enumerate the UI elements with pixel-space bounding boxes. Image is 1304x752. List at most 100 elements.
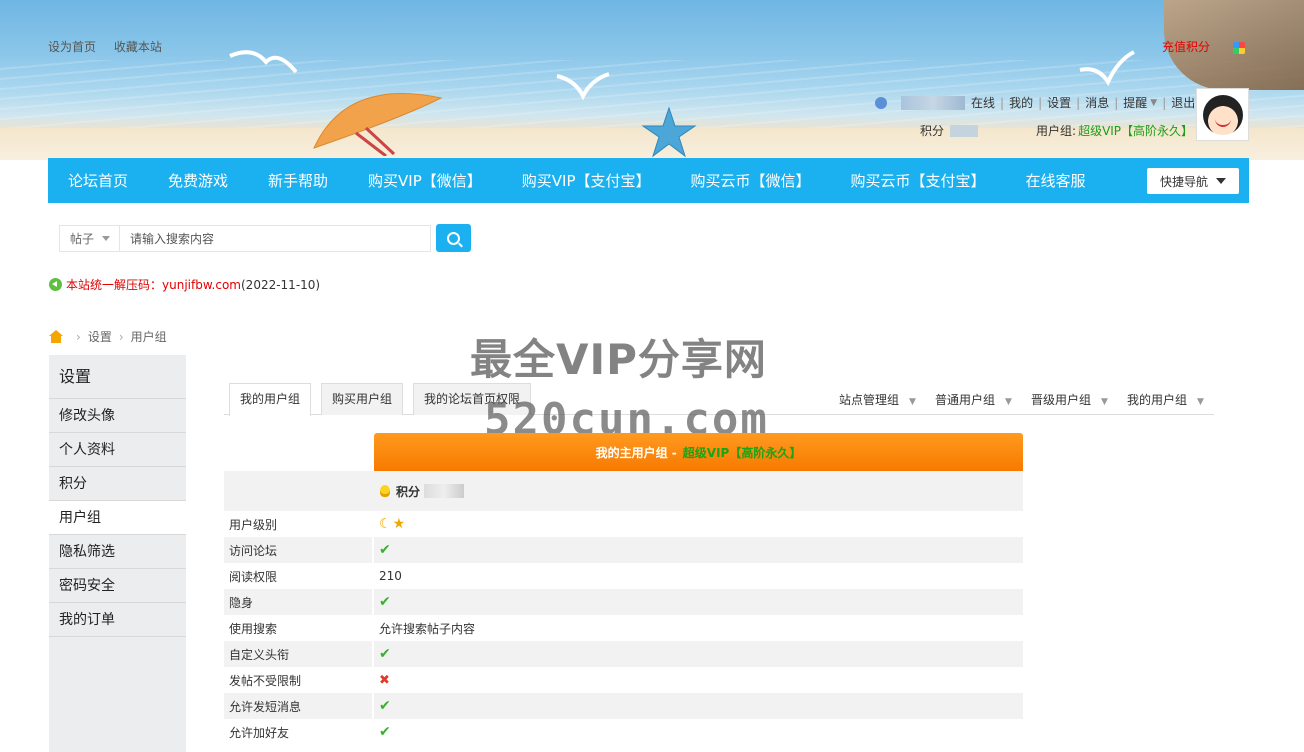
notice-code[interactable]: yunjifbw.com — [162, 278, 241, 292]
nav-item-vip-wechat[interactable]: 购买VIP【微信】 — [348, 170, 502, 191]
header-banner: 设为首页 收藏本站 充值积分 在线 | 我的 | 设置 | 消息 | 提醒 ▼ … — [0, 0, 1304, 160]
sidebar-item-credits[interactable]: 积分 — [49, 467, 186, 501]
search-type-select[interactable]: 帖子 — [60, 226, 120, 251]
set-homepage-link[interactable]: 设为首页 — [48, 40, 96, 54]
nav-item-coin-alipay[interactable]: 购买云币【支付宝】 — [831, 170, 1006, 191]
check-icon: ✔ — [379, 594, 391, 610]
breadcrumb-settings[interactable]: 设置 — [88, 328, 112, 345]
home-icon[interactable] — [49, 330, 63, 343]
check-icon: ✔ — [379, 724, 391, 740]
star-icon: ★ — [392, 516, 406, 532]
tab-buy-group[interactable]: 购买用户组 — [321, 383, 404, 415]
username-blurred[interactable] — [901, 95, 965, 110]
score-label[interactable]: 积分 — [920, 122, 944, 139]
row-label: 自定义头衔 — [229, 647, 290, 662]
row-label: 阅读权限 — [229, 569, 278, 584]
nav-item-support[interactable]: 在线客服 — [1006, 170, 1106, 191]
row-value: ✔ — [374, 594, 391, 610]
my-link[interactable]: 我的 — [1009, 94, 1033, 111]
reminders-link[interactable]: 提醒 — [1123, 94, 1147, 111]
chevron-down-icon: ▼ — [909, 397, 916, 407]
row-value: ✔ — [374, 542, 391, 558]
nav-item-home[interactable]: 论坛首页 — [48, 170, 148, 191]
table-row: 允许发短消息 ✔ — [224, 693, 1023, 719]
search-button[interactable] — [436, 224, 471, 252]
row-value: ✔ — [374, 646, 391, 662]
sidebar-title: 设置 — [49, 355, 186, 399]
bookmark-link[interactable]: 收藏本站 — [114, 40, 162, 54]
speaker-icon — [49, 278, 62, 291]
breadcrumb-usergroup[interactable]: 用户组 — [131, 328, 167, 345]
group-score-label: 积分 — [396, 484, 421, 499]
top-links: 设为首页 收藏本站 — [48, 38, 176, 55]
tab-normal-groups[interactable]: 普通用户组 ▼ — [935, 391, 1012, 408]
quick-nav-label: 快捷导航 — [1159, 174, 1208, 189]
search-icon — [447, 231, 460, 245]
score-bar: 积分 用户组: 超级VIP【高阶永久】 ▼ — [920, 122, 1208, 139]
caret-down-icon — [1216, 178, 1226, 184]
seagull-icon — [1079, 50, 1135, 86]
main-nav: 论坛首页 免费游戏 新手帮助 购买VIP【微信】 购买VIP【支付宝】 购买云币… — [48, 158, 1249, 203]
row-label: 用户级别 — [229, 517, 278, 532]
chevron-down-icon: ▼ — [1101, 397, 1108, 407]
row-label: 允许发短消息 — [229, 699, 302, 714]
table-row: 隐身 ✔ — [224, 589, 1023, 615]
seagull-icon — [556, 72, 610, 100]
tab-upgrade-groups[interactable]: 晋级用户组 ▼ — [1031, 391, 1108, 408]
check-icon: ✔ — [379, 542, 391, 558]
settings-link[interactable]: 设置 — [1047, 94, 1071, 111]
row-value: ✖ — [374, 673, 390, 688]
nav-item-coin-wechat[interactable]: 购买云币【微信】 — [671, 170, 831, 191]
logout-link[interactable]: 退出 — [1171, 94, 1195, 111]
sidebar-item-password[interactable]: 密码安全 — [49, 569, 186, 603]
search-type-label: 帖子 — [70, 232, 95, 246]
usergroup-value[interactable]: 超级VIP【高阶永久】 — [1078, 122, 1193, 139]
search-bar: 帖子 — [59, 225, 431, 252]
chevron-down-icon: ▼ — [1197, 397, 1204, 407]
tab-admin-groups[interactable]: 站点管理组 ▼ — [839, 391, 916, 408]
avatar[interactable] — [1196, 88, 1249, 141]
sidebar-item-usergroup[interactable]: 用户组 — [49, 501, 186, 535]
row-label: 隐身 — [229, 595, 254, 610]
sidebar-item-orders[interactable]: 我的订单 — [49, 603, 186, 637]
breadcrumb: › 设置 › 用户组 — [49, 328, 167, 345]
lightbulb-icon — [380, 485, 390, 497]
row-value: ✔ — [374, 698, 391, 714]
table-row: 允许加好友 ✔ — [224, 719, 1023, 745]
recharge-link[interactable]: 充值积分 — [1162, 38, 1210, 55]
notice-prefix: 本站统一解压码： — [66, 278, 163, 292]
tab-my-group[interactable]: 我的用户组 — [229, 383, 312, 416]
row-value: 允许搜索帖子内容 — [379, 621, 476, 636]
tab-my-groups-dropdown[interactable]: 我的用户组 ▼ — [1127, 391, 1204, 408]
app-grid-icon[interactable] — [1233, 42, 1245, 54]
sidebar-item-privacy[interactable]: 隐私筛选 — [49, 535, 186, 569]
table-row: 自定义头衔 ✔ — [224, 641, 1023, 667]
online-status[interactable]: 在线 — [971, 94, 995, 111]
usergroup-label: 用户组: — [1036, 124, 1077, 138]
row-label: 允许加好友 — [229, 725, 290, 740]
nav-item-vip-alipay[interactable]: 购买VIP【支付宝】 — [502, 170, 671, 191]
row-label: 发帖不受限制 — [229, 673, 302, 688]
check-icon: ✔ — [379, 698, 391, 714]
cross-icon: ✖ — [379, 672, 390, 688]
group-header-label: 我的主用户组 - — [595, 445, 677, 460]
starfish-icon — [641, 106, 697, 158]
chevron-down-icon[interactable]: ▼ — [1150, 98, 1157, 108]
quick-nav-button[interactable]: 快捷导航 — [1147, 168, 1239, 194]
watermark-title: 最全VIP分享网 — [470, 335, 767, 384]
chevron-down-icon: ▼ — [1005, 397, 1012, 407]
group-header-vip: 超级VIP【高阶永久】 — [682, 445, 802, 460]
row-value: ✔ — [374, 724, 391, 740]
table-row: 阅读权限 210 — [224, 563, 1023, 589]
sidebar-item-avatar[interactable]: 修改头像 — [49, 399, 186, 433]
search-input[interactable] — [120, 226, 430, 251]
user-small-icon — [875, 96, 887, 109]
notice-bar: 本站统一解压码： yunjifbw.com (2022-11-10) — [49, 276, 320, 293]
nav-item-help[interactable]: 新手帮助 — [248, 170, 348, 191]
nav-item-free-games[interactable]: 免费游戏 — [148, 170, 248, 191]
messages-link[interactable]: 消息 — [1085, 94, 1109, 111]
table-row: 用户级别 ☾ ★ — [224, 511, 1023, 537]
table-row: 发帖不受限制 ✖ — [224, 667, 1023, 693]
sidebar-item-profile[interactable]: 个人资料 — [49, 433, 186, 467]
settings-sidebar: 设置 修改头像 个人资料 积分 用户组 隐私筛选 密码安全 我的订单 — [49, 355, 186, 752]
